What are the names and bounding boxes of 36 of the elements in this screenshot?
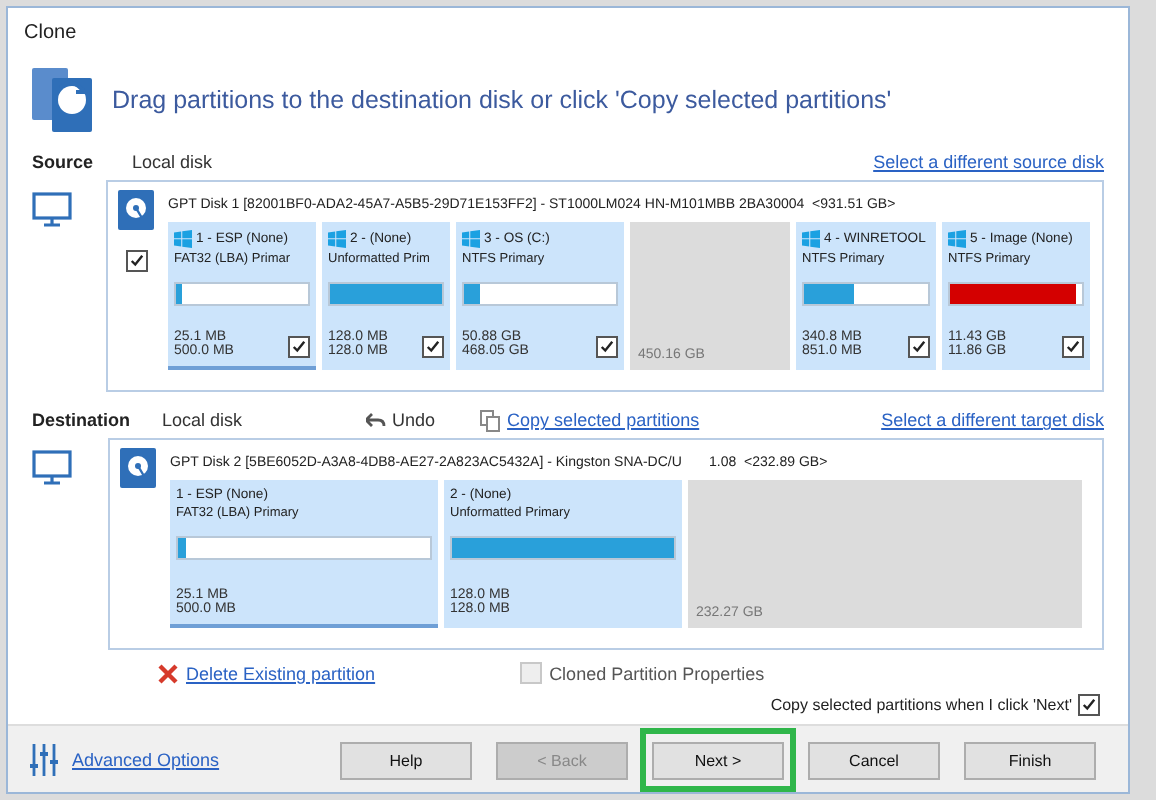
dialog-button[interactable]: Cancel	[808, 741, 940, 780]
partition-checkbox[interactable]	[422, 335, 444, 358]
select-source-link[interactable]: Select a different source disk	[873, 152, 1104, 173]
windows-logo-icon	[802, 229, 820, 248]
section-label: Source	[32, 152, 96, 173]
windows-logo-icon	[948, 229, 966, 248]
copy-partitions-link[interactable]: Copy selected partitions	[507, 410, 700, 431]
partition-checkbox[interactable]	[288, 335, 310, 358]
disk-type-label: Local disk	[162, 410, 243, 431]
select-target-link[interactable]: Select a different target disk	[881, 410, 1104, 431]
delete-partition-link[interactable]: Delete Existing partition	[186, 663, 376, 684]
disk-type-label: Local disk	[132, 152, 213, 173]
undo-label[interactable]: Undo	[392, 410, 436, 431]
monitor-icon	[32, 449, 72, 486]
copy-icon	[479, 409, 500, 432]
windows-logo-icon	[462, 229, 480, 248]
dialog-button[interactable]: Finish	[964, 741, 1096, 780]
partition-checkbox[interactable]	[1062, 335, 1084, 358]
section-label: Destination	[32, 410, 133, 431]
monitor-icon	[32, 191, 72, 228]
copy-option-label: Copy selected partitions when I click 'Next'	[770, 696, 1072, 715]
partition-checkbox[interactable]	[596, 335, 618, 358]
windows-logo-icon	[174, 229, 192, 248]
undo-icon	[366, 412, 387, 429]
delete-icon	[158, 663, 178, 684]
instruction-heading: Drag partitions to the destination disk or click 'Copy selected partitions'	[112, 86, 892, 115]
window-title: Clone	[22, 20, 79, 48]
sliders-icon	[28, 743, 60, 776]
dialog-button[interactable]: Next >	[652, 741, 784, 780]
partition-checkbox[interactable]	[908, 335, 930, 358]
advanced-options-link[interactable]: Advanced Options	[72, 749, 220, 770]
properties-label: Cloned Partition Properties	[549, 663, 765, 684]
windows-logo-icon	[328, 229, 346, 248]
copy-option-checkbox[interactable]	[1078, 694, 1100, 717]
dialog-button[interactable]: Help	[340, 741, 472, 780]
disk-checkbox[interactable]	[125, 249, 147, 272]
